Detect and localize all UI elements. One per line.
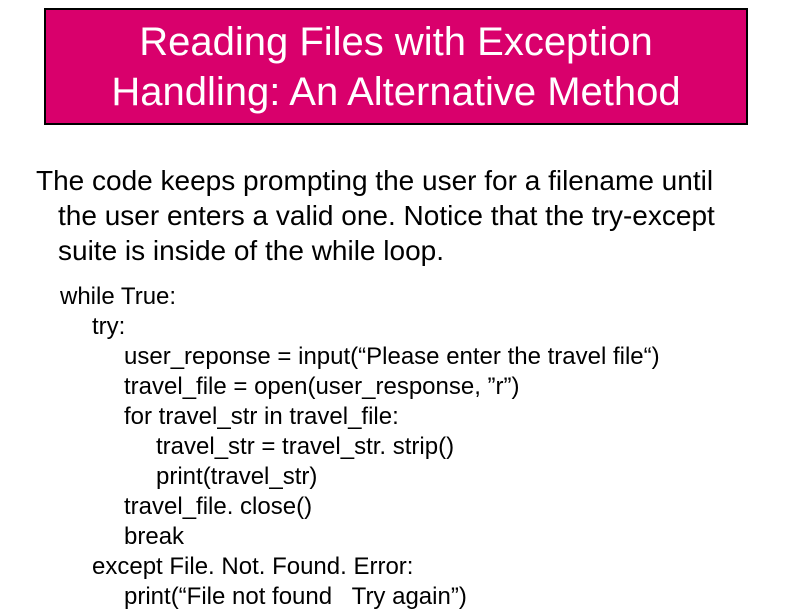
slide-title-box: Reading Files with Exception Handling: A… [44,8,748,125]
code-line: print(“File not found Try again”) [60,582,660,612]
code-line: travel_str = travel_str. strip() [60,432,660,462]
code-block: while True: try: user_reponse = input(“P… [60,282,660,612]
code-line: travel_file. close() [60,492,660,522]
code-line: except File. Not. Found. Error: [60,552,660,582]
code-line: while True: [60,282,660,312]
code-line: break [60,522,660,552]
code-line: print(travel_str) [60,462,660,492]
body-paragraph: The code keeps prompting the user for a … [36,163,756,268]
code-line: for travel_str in travel_file: [60,402,660,432]
slide-body: The code keeps prompting the user for a … [36,163,756,268]
slide-title: Reading Files with Exception Handling: A… [56,17,736,117]
code-line: user_reponse = input(“Please enter the t… [60,342,660,372]
code-line: try: [60,312,660,342]
code-line: travel_file = open(user_response, ”r”) [60,372,660,402]
